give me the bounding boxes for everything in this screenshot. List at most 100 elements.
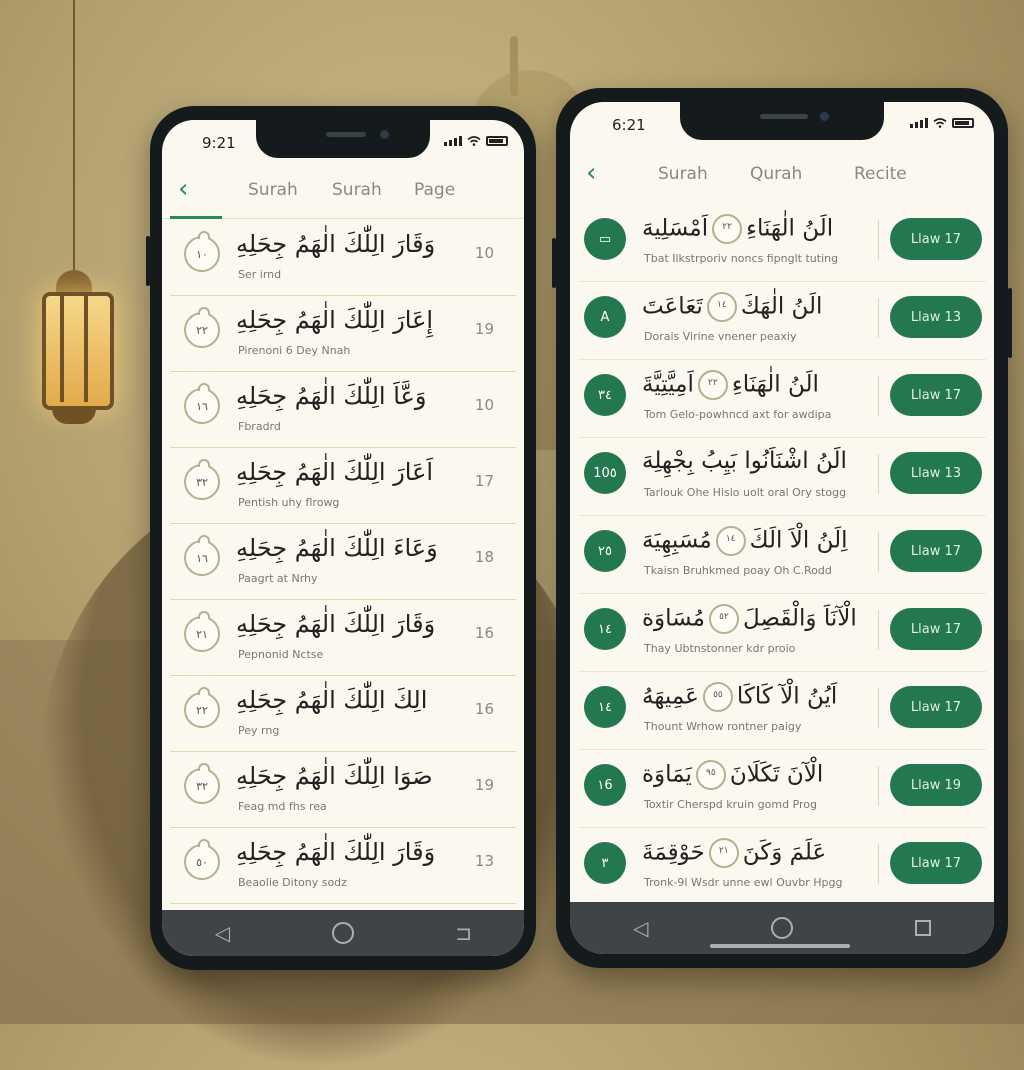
battery-icon <box>952 118 974 128</box>
listen-button[interactable]: Llaw 17 <box>890 842 982 884</box>
verse-badge-icon: ٢٢ <box>184 307 220 348</box>
item-number: 16 <box>474 700 494 718</box>
home-indicator[interactable] <box>710 944 850 948</box>
item-number: 19 <box>474 320 494 338</box>
list-item[interactable]: ١٤ الْآنَاَ وَالْقَصِلَ٥٢مُسَاوَة Thay U… <box>578 594 986 672</box>
item-subtitle: Dorais Virine vnener peaxiy <box>644 330 797 343</box>
signal-icon <box>444 136 462 146</box>
arabic-part-a: اِلَنُ الْاَ الَكَ <box>749 527 848 554</box>
listen-button[interactable]: Llaw 17 <box>890 218 982 260</box>
wifi-icon <box>933 118 947 128</box>
divider <box>878 532 879 572</box>
list-item[interactable]: ٣٢ صَوَا الِلّٰكَ الٰهَمُ جِحَلِهِ Feag … <box>170 752 516 828</box>
arabic-part-b: اَمْسَلِيهَ <box>642 215 709 242</box>
item-subtitle: Tronk-9l Wsdr unne ewl Ouvbr Hpgg <box>644 876 843 889</box>
list-item[interactable]: ٣٤ الَنُ الٰهَنَاءِ٢٢اَمِيَّتِيَّةَ Tom … <box>578 360 986 438</box>
nav-back-icon[interactable]: ◁ <box>621 916 661 940</box>
tab-page[interactable]: Page <box>414 180 455 200</box>
arabic-part-b: يَمَاوَة <box>642 761 692 788</box>
arabic-part-a: الَنُ اشْنَاَنُوا بَيِبُ <box>701 448 847 474</box>
divider <box>878 610 879 650</box>
camera-icon <box>820 112 829 121</box>
list-item[interactable]: ▭ الَنُ الٰهَنَاءِ٢٢اَمْسَلِيهَ Tbat Ilk… <box>578 204 986 282</box>
divider <box>878 688 879 728</box>
list-item[interactable]: ٢٢ إِعَارَ الِلّٰكَ الٰهَمُ جِحَلِهِ Pir… <box>170 296 516 372</box>
list-item[interactable]: ١٤ اَيُنُ الْآ كَاكَا٥٥عَمِيهَهُ Thount … <box>578 672 986 750</box>
listen-button[interactable]: Llaw 17 <box>890 374 982 416</box>
nav-home-icon[interactable] <box>323 922 363 944</box>
listen-button[interactable]: Llaw 17 <box>890 608 982 650</box>
verse-medal-icon: ٢١ <box>708 838 739 868</box>
arabic-part-b: بِجْهِلِهَ <box>642 448 694 474</box>
surah-number-badge: ٣٤ <box>584 374 626 416</box>
verse-medal-icon: ١٤ <box>706 292 737 322</box>
back-chevron-icon[interactable]: ‹ <box>178 174 188 204</box>
screen-left: 9:21 ‹ Surah Surah Page ١٠ وَقَارَ الِلّ… <box>162 120 524 956</box>
tab-surah[interactable]: Surah <box>658 164 708 184</box>
listen-button[interactable]: Llaw 13 <box>890 452 982 494</box>
power-button <box>1008 288 1012 358</box>
listen-button[interactable]: Llaw 19 <box>890 764 982 806</box>
arabic-part-a: الَنُ الٰهَنَاءِ <box>731 371 819 398</box>
surah-number-badge: ٣ <box>584 842 626 884</box>
nav-home-icon[interactable] <box>762 917 802 939</box>
listen-button[interactable]: Llaw 13 <box>890 296 982 338</box>
arabic-text: وَعَّاَ الِلّٰكَ الٰهَمُ جِحَلِهِ <box>236 382 427 410</box>
arabic-text: إِعَارَ الِلّٰكَ الٰهَمُ جِحَلِهِ <box>236 306 434 334</box>
item-subtitle: Thay Ubtnstonner kdr proio <box>644 642 796 655</box>
nav-back-icon[interactable]: ◁ <box>202 921 242 945</box>
tab-recite[interactable]: Recite <box>854 164 907 184</box>
system-nav-bar: ◁ ⊐ <box>162 910 524 956</box>
item-subtitle: Pirenoni 6 Dey Nnah <box>238 344 351 357</box>
divider <box>878 766 879 806</box>
list-item[interactable]: ٢١ وَقَارَ الِلّٰكَ الٰهَمُ جِحَلِهِ Pep… <box>170 600 516 676</box>
item-subtitle: Tarlouk Ohe Hislo uolt oral Ory stogg <box>644 486 847 499</box>
arabic-text: الَنُ اشْنَاَنُوا بَيِبُ بِجْهِلِهَ <box>642 448 847 474</box>
arabic-text: وَعَاءَ الِلّٰكَ الٰهَمُ جِحَلِهِ <box>236 534 438 562</box>
list-item[interactable]: ١٠ وَقَارَ الِلّٰكَ الٰهَمُ جِحَلِهِ Ser… <box>170 220 516 296</box>
list-item[interactable]: ٥٠ وَقَارَ الِلّٰكَ الٰهَمُ جِحَلِهِ Bea… <box>170 828 516 904</box>
list-item[interactable]: ٣ عَلَمَ وَكَنَ٢١حَوْقِمَةَ Tronk-9l Wsd… <box>578 828 986 906</box>
verse-medal-icon: ١٤ <box>715 526 746 556</box>
list-item[interactable]: A الَنُ الٰهَكَ١٤تَعَاعَتَ Dorais Virine… <box>578 282 986 360</box>
arabic-part-a: الَنُ الٰهَنَاءِ <box>746 215 834 242</box>
list-item[interactable]: 10٥ الَنُ اشْنَاَنُوا بَيِبُ بِجْهِلِهَ … <box>578 438 986 516</box>
item-subtitle: Feag md fhs rea <box>238 800 327 813</box>
divider <box>878 220 879 260</box>
tab-qurah[interactable]: Qurah <box>750 164 802 184</box>
verse-medal-icon: ٥٥ <box>702 682 733 712</box>
listen-button[interactable]: Llaw 17 <box>890 686 982 728</box>
arabic-text: اِلَنُ الْاَ الَكَ١٤مُسَبِهِيَهَ <box>642 526 847 556</box>
nav-recents-icon[interactable]: ⊐ <box>444 921 484 945</box>
list-item[interactable]: ١٦ وَعَّاَ الِلّٰكَ الٰهَمُ جِحَلِهِ Fbr… <box>170 372 516 448</box>
active-tab-indicator <box>170 216 222 219</box>
list-item[interactable]: ١٦ وَعَاءَ الِلّٰكَ الٰهَمُ جِحَلِهِ Paa… <box>170 524 516 600</box>
item-subtitle: Pey rng <box>238 724 280 737</box>
arabic-text: الْآنَاَ وَالْقَصِلَ٥٢مُسَاوَة <box>642 604 857 634</box>
list-item[interactable]: ٣٢ اَعَارَ الِلّٰكَ الٰهَمُ جِحَلِهِ Pen… <box>170 448 516 524</box>
arabic-text: الَنُ الٰهَكَ١٤تَعَاعَتَ <box>642 292 822 322</box>
item-subtitle: Tbat Ilkstrporiv noncs fipnglt tuting <box>644 252 839 265</box>
nav-recents-icon[interactable] <box>903 920 943 936</box>
arabic-text: عَلَمَ وَكَنَ٢١حَوْقِمَةَ <box>642 838 826 868</box>
item-number: 16 <box>474 624 494 642</box>
status-icons <box>910 118 974 128</box>
arabic-part-a: اَيُنُ الْآ كَاكَا <box>736 683 838 710</box>
list-item[interactable]: ٢٢ الِكَ الِلّٰكَ الٰهَمُ جِحَلِهِ Pey r… <box>170 676 516 752</box>
list-item[interactable]: ١6 الْآنَ تَكَلَانَ٩٥يَمَاوَة Toxtir Che… <box>578 750 986 828</box>
back-chevron-icon[interactable]: ‹ <box>586 158 596 188</box>
arabic-text: وَقَارَ الِلّٰكَ الٰهَمُ جِحَلِهِ <box>236 838 436 866</box>
item-subtitle: Paagrt at Nrhy <box>238 572 318 585</box>
wifi-icon <box>467 136 481 146</box>
arabic-part-a: الْآنَاَ وَالْقَصِلَ <box>743 605 857 632</box>
arabic-part-a: الْآنَ تَكَلَانَ <box>729 761 824 788</box>
list-item[interactable]: ٢٥ اِلَنُ الْاَ الَكَ١٤مُسَبِهِيَهَ Tkai… <box>578 516 986 594</box>
item-subtitle: Pentish uhy flrowg <box>238 496 340 509</box>
verse-badge-icon: ٢٢ <box>184 687 220 728</box>
item-subtitle: Tom Gelo-powhncd axt for awdipa <box>644 408 832 421</box>
tab-surah-2[interactable]: Surah <box>332 180 382 200</box>
status-icons <box>444 136 508 146</box>
verse-medal-icon: ٩٥ <box>695 760 726 790</box>
tab-surah[interactable]: Surah <box>248 180 298 200</box>
listen-button[interactable]: Llaw 17 <box>890 530 982 572</box>
